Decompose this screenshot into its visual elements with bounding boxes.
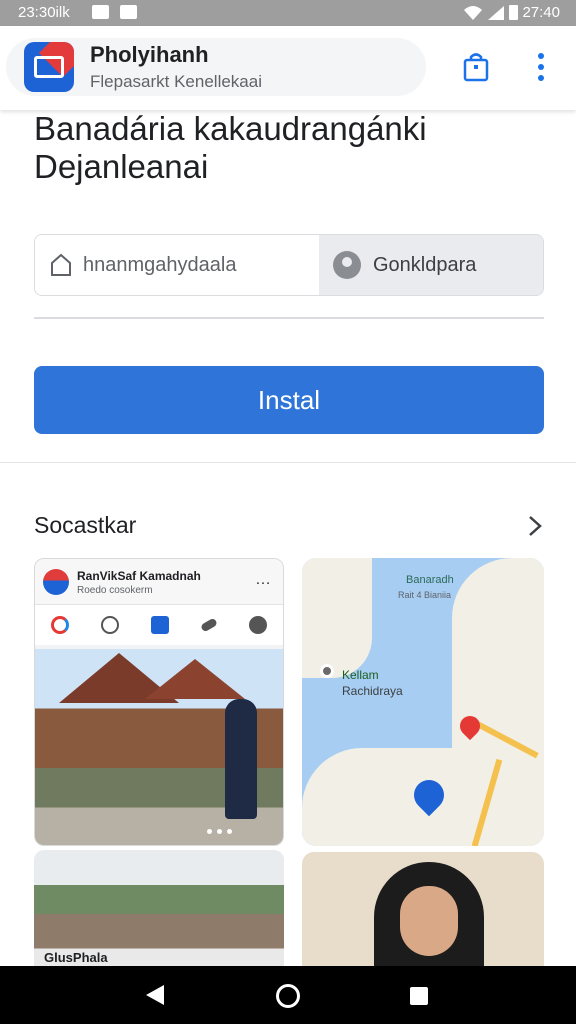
map-place-1: Kellam xyxy=(342,668,379,682)
page-title: Banadária kakaudrangánki Dejanleanai xyxy=(34,110,554,186)
screenshot-card-map[interactable]: Banaradh Rait 4 Bianiia Kellam Rachidray… xyxy=(302,558,544,846)
mini-title: RanVikSaf Kamadnah xyxy=(77,569,201,583)
map-subtitle: Rait 4 Bianiia xyxy=(398,590,452,600)
text-input[interactable]: hnanmgahydaala xyxy=(35,235,319,295)
status-time-right: 27:40 xyxy=(522,4,560,21)
shopping-bag-icon[interactable] xyxy=(462,52,490,82)
map-place-2: Rachidraya xyxy=(342,684,403,698)
mini-subtitle: Roedo cosokerm xyxy=(77,585,153,596)
screenshot-card-portrait[interactable] xyxy=(302,852,544,966)
mini-tab-home-icon xyxy=(151,616,169,634)
mini-more-icon: … xyxy=(255,571,271,588)
navigation-bar xyxy=(0,966,576,1024)
mini-tab-discover-icon xyxy=(51,616,69,634)
home-button-icon[interactable] xyxy=(276,984,300,1008)
status-bar: 23:30ilk 27:40 xyxy=(0,0,576,26)
page-title-line1: Banadária kakaudrangánki xyxy=(34,110,427,147)
install-button[interactable]: Instal xyxy=(34,366,544,434)
battery-icon xyxy=(509,5,519,20)
signal-icon xyxy=(488,5,505,20)
mini-logo xyxy=(43,569,69,595)
carousel-dots xyxy=(207,829,232,834)
map-pin-icon xyxy=(320,664,334,678)
app-header: Pholyihanh Flepasarkt Kenellekaai xyxy=(0,26,576,110)
notification-icon xyxy=(92,5,109,19)
app-logo xyxy=(24,42,74,92)
recent-apps-icon[interactable] xyxy=(410,987,428,1005)
roof-shape xyxy=(145,659,245,699)
input-row: hnanmgahydaala Gonkldpara xyxy=(34,234,544,296)
section-title: Socastkar xyxy=(34,512,137,538)
portrait-face xyxy=(400,886,458,956)
divider xyxy=(34,317,544,319)
app-name: Pholyihanh xyxy=(90,42,209,67)
status-right: 27:40 xyxy=(463,4,560,21)
map-title: Banaradh xyxy=(406,574,454,586)
card3-caption: GlusPhala xyxy=(44,950,108,965)
input-value: hnanmgahydaala xyxy=(83,253,237,276)
app-subtitle: Flepasarkt Kenellekaai xyxy=(90,72,262,91)
screenshot-card-street[interactable]: GlusPhala xyxy=(34,850,284,966)
section-divider xyxy=(0,462,576,463)
page-title-line2: Dejanleanai xyxy=(34,148,209,185)
wifi-icon xyxy=(464,5,483,20)
home-icon xyxy=(51,253,71,276)
mini-tabs xyxy=(35,605,283,645)
back-icon[interactable] xyxy=(146,985,164,1005)
location-label: Gonkldpara xyxy=(373,253,477,276)
location-button[interactable]: Gonkldpara xyxy=(319,235,543,295)
chevron-right-icon[interactable] xyxy=(526,514,544,538)
more-vert-icon[interactable] xyxy=(530,50,552,84)
mini-tab-edit-icon xyxy=(200,617,218,633)
status-time: 23:30ilk xyxy=(18,4,70,21)
mini-header: RanVikSaf Kamadnah Roedo cosokerm … xyxy=(35,559,283,605)
message-icon xyxy=(120,5,137,19)
screenshot-card-app[interactable]: RanVikSaf Kamadnah Roedo cosokerm … xyxy=(34,558,284,846)
location-pin-icon xyxy=(333,251,361,279)
map-land xyxy=(302,558,372,678)
mini-tab-search-icon xyxy=(101,616,119,634)
person-figure xyxy=(225,699,257,819)
mini-tab-info-icon xyxy=(249,616,267,634)
